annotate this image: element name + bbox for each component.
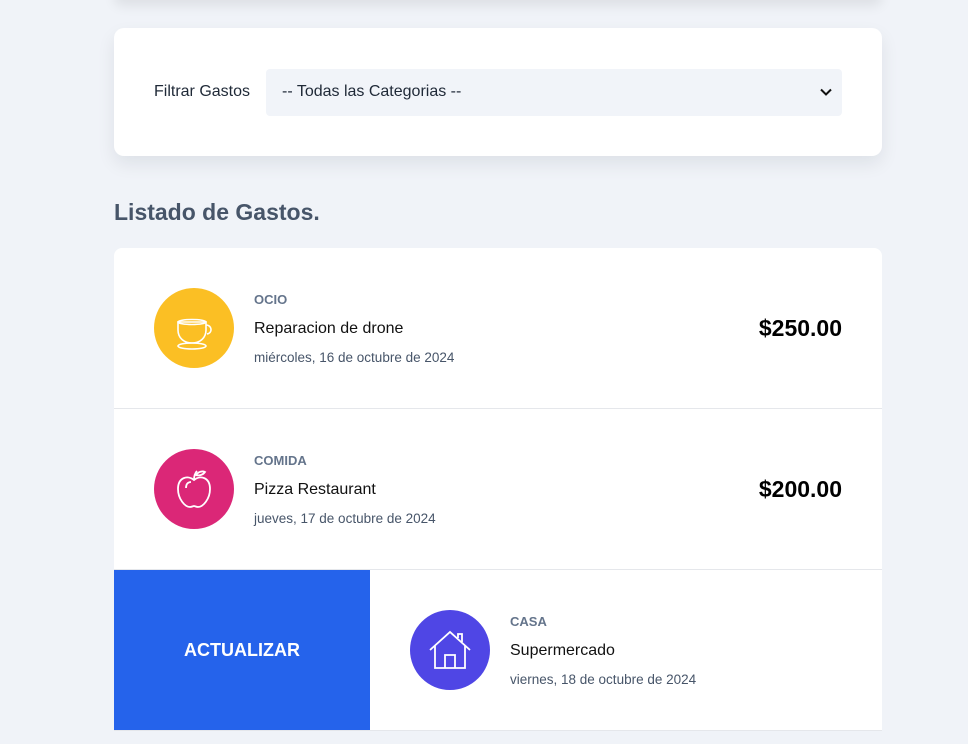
expense-amount: $250.00	[758, 314, 842, 341]
house-icon	[410, 610, 490, 690]
expense-name: Pizza Restaurant	[254, 480, 376, 498]
expense-category: COMIDA	[254, 452, 307, 468]
expense-date: viernes, 18 de octubre de 2024	[510, 671, 697, 687]
expense-name: Supermercado	[510, 641, 615, 659]
expense-item[interactable]: CASA Supermercado viernes, 18 de octubre…	[370, 570, 882, 730]
list-title: Listado de Gastos.	[114, 199, 320, 225]
apple-icon	[154, 449, 234, 529]
expense-amount: $200.00	[758, 475, 842, 502]
expense-item[interactable]: OCIO Reparacion de drone miércoles, 16 d…	[114, 248, 882, 408]
category-filter-value: -- Todas las Categorias --	[282, 83, 462, 100]
category-filter-select[interactable]: -- Todas las Categorias --	[266, 68, 842, 116]
filter-label: Filtrar Gastos	[154, 83, 251, 100]
expense-category: CASA	[510, 613, 547, 629]
swipe-row[interactable]: ACTUALIZAR CASA Supermercado viernes, 18…	[114, 570, 882, 730]
expense-item[interactable]: COMIDA Pizza Restaurant jueves, 17 de oc…	[114, 409, 882, 569]
expense-category: OCIO	[254, 291, 288, 307]
expense-date: miércoles, 16 de octubre de 2024	[254, 349, 455, 365]
filter-card: Filtrar Gastos -- Todas las Categorias -…	[114, 28, 882, 156]
update-button[interactable]: ACTUALIZAR	[114, 570, 370, 730]
expense-name: Reparacion de drone	[254, 319, 404, 337]
divider	[114, 730, 882, 731]
chevron-down-icon	[820, 85, 832, 99]
cup-icon	[154, 288, 234, 368]
expense-date: jueves, 17 de octubre de 2024	[254, 510, 436, 526]
